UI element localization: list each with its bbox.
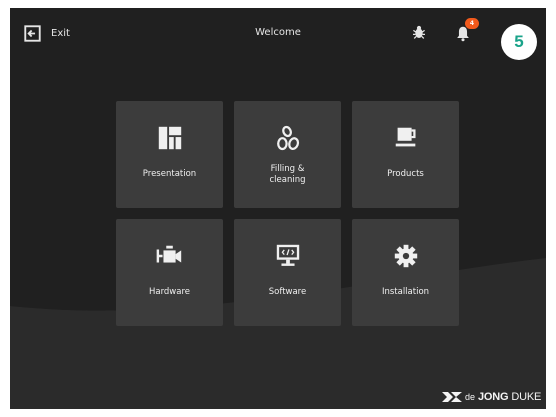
step-number-badge: 5 (501, 24, 537, 60)
logo-name: JONG (478, 391, 509, 403)
tile-label: Hardware (148, 287, 191, 297)
tile-label: Installation (381, 287, 430, 297)
presentation-icon (158, 126, 181, 150)
tile-hardware[interactable]: Hardware (116, 219, 223, 326)
filling-cleaning-icon (276, 125, 299, 151)
tile-label: Products (387, 169, 424, 179)
tile-presentation[interactable]: Presentation (116, 101, 223, 208)
notification-badge: 4 (465, 18, 479, 29)
tile-filling-cleaning[interactable]: Filling & cleaning (234, 101, 341, 208)
cup-icon (395, 127, 416, 147)
software-icon (276, 244, 299, 266)
tile-label: Presentation (142, 169, 197, 179)
screen: Exit Welcome 4 5 Presentation Filling & … (10, 8, 546, 409)
tile-label: Filling & cleaning (269, 164, 306, 185)
tile-software[interactable]: Software (234, 219, 341, 326)
gear-icon (394, 244, 417, 268)
tile-products[interactable]: Products (352, 101, 459, 208)
logo-suffix: DUKE (511, 391, 542, 403)
logo-prefix: de (465, 392, 476, 402)
logo-mark-icon (442, 392, 462, 402)
background-wave (10, 8, 546, 409)
top-bar: Exit Welcome 4 5 (10, 8, 546, 64)
hardware-icon (156, 245, 181, 263)
brand-logo: de JONG DUKE (442, 390, 541, 404)
bug-icon[interactable] (411, 24, 427, 40)
tile-installation[interactable]: Installation (352, 219, 459, 326)
tile-label: Software (268, 287, 307, 297)
